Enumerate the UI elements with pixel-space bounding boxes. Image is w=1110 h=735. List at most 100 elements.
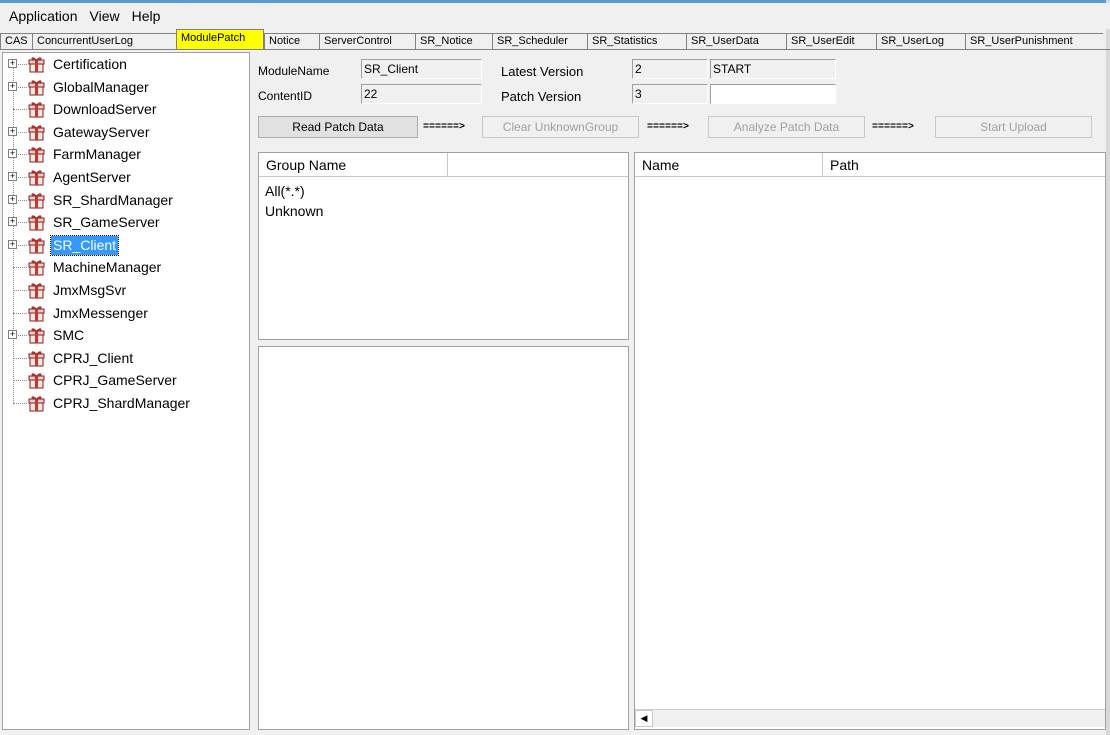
tab-sr-useredit[interactable]: SR_UserEdit: [786, 33, 876, 49]
tree-node[interactable]: JmxMessenger: [3, 303, 249, 325]
tab-label: SR_UserEdit: [791, 35, 855, 47]
expand-plus-icon[interactable]: +: [8, 149, 17, 159]
tree-node[interactable]: CPRJ_Client: [3, 348, 249, 370]
gift-box-icon: [28, 215, 45, 231]
tree-node-label: SR_GameServer: [53, 214, 160, 231]
tree-node[interactable]: + GlobalManager: [3, 77, 249, 99]
column-group-name[interactable]: Group Name: [259, 153, 448, 177]
tree-node[interactable]: + GatewayServer: [3, 122, 249, 144]
tab-notice[interactable]: Notice: [264, 33, 319, 49]
tree-node-label: GatewayServer: [53, 123, 150, 140]
tab-sr-scheduler[interactable]: SR_Scheduler: [492, 33, 587, 49]
expand-plus-icon[interactable]: +: [8, 172, 17, 181]
read-patch-data-button[interactable]: Read Patch Data: [258, 116, 418, 138]
gift-box-icon: [28, 328, 45, 344]
horizontal-scrollbar[interactable]: ◀: [635, 709, 1105, 727]
clear-unknown-group-button[interactable]: Clear UnknownGroup: [482, 116, 639, 138]
tree-node[interactable]: CPRJ_ShardManager: [3, 393, 249, 415]
tree-node[interactable]: + SR_ShardManager: [3, 190, 249, 212]
module-tree[interactable]: + Certification + GlobalManager DownloadServ…: [2, 52, 250, 730]
expand-plus-icon[interactable]: +: [8, 81, 17, 91]
file-list-header: Name Path: [635, 153, 1105, 177]
gift-box-icon: [28, 283, 45, 299]
gift-box-icon: [28, 238, 45, 254]
content-id-label: ContentID: [258, 89, 313, 103]
start-upload-button[interactable]: Start Upload: [935, 116, 1092, 138]
tree-node-label: MachineManager: [53, 259, 162, 276]
tree-node-label: CPRJ_GameServer: [53, 372, 177, 389]
tab-sr-statistics[interactable]: SR_Statistics: [587, 33, 686, 49]
tree-node[interactable]: + AgentServer: [3, 167, 249, 189]
tab-label: Notice: [269, 35, 301, 47]
content-id-field: 22: [361, 84, 482, 104]
menu-application[interactable]: Application: [4, 6, 83, 26]
expand-plus-icon[interactable]: +: [8, 59, 17, 68]
module-name-field: SR_Client: [361, 59, 482, 79]
tree-connector: [13, 403, 27, 404]
column-name[interactable]: Name: [635, 153, 823, 177]
gift-box-icon: [28, 396, 45, 412]
tab-modulepatch[interactable]: ModulePatch: [176, 29, 264, 49]
gift-box-icon: [28, 260, 45, 276]
tab-sr-userlog[interactable]: SR_UserLog: [876, 33, 965, 49]
module-name-label: ModuleName: [258, 64, 330, 78]
tree-connector: [13, 267, 27, 269]
list-item[interactable]: Unknown: [265, 203, 323, 219]
tree-node[interactable]: + Certification: [3, 54, 249, 76]
expand-plus-icon[interactable]: +: [8, 330, 17, 340]
group-list[interactable]: Group Name All(*.*) Unknown: [258, 152, 629, 340]
tree-node[interactable]: CPRJ_GameServer: [3, 370, 249, 392]
patch-version-field: 3: [632, 84, 708, 104]
menu-help[interactable]: Help: [127, 6, 166, 26]
tree-node-label: AgentServer: [53, 169, 131, 185]
status-input[interactable]: [710, 84, 836, 104]
analyze-patch-data-button[interactable]: Analyze Patch Data: [708, 116, 865, 138]
file-list[interactable]: Name Path ◀: [634, 152, 1106, 730]
expand-plus-icon[interactable]: +: [8, 239, 17, 249]
tree-node-label: FarmManager: [53, 146, 141, 163]
expand-plus-icon[interactable]: +: [8, 194, 17, 204]
scroll-left-arrow-icon[interactable]: ◀: [635, 710, 653, 727]
tree-node-label: JmxMsgSvr: [53, 282, 127, 298]
gift-box-icon: [28, 57, 45, 73]
tab-label: SR_UserPunishment: [970, 35, 1073, 47]
tab-label: SR_UserData: [691, 35, 759, 47]
tree-node[interactable]: + SR_GameServer: [3, 212, 249, 234]
tree-node-label: Certification: [53, 56, 127, 72]
tree-connector: [13, 109, 27, 111]
tab-label: SR_Notice: [420, 35, 473, 47]
tree-node[interactable]: + SR_Client: [3, 234, 249, 257]
group-detail-list[interactable]: [258, 346, 629, 730]
arrow-step-3: ======>: [872, 122, 915, 133]
tree-node[interactable]: MachineManager: [3, 257, 249, 279]
tab-concurrentuserlog[interactable]: ConcurrentUserLog: [32, 33, 176, 49]
column-blank[interactable]: [448, 153, 630, 177]
group-list-header: Group Name: [259, 153, 628, 177]
tab-cas[interactable]: CAS: [0, 33, 32, 49]
gift-box-icon: [28, 125, 45, 141]
tab-sr-userdata[interactable]: SR_UserData: [686, 33, 786, 49]
tree-node-label: SR_ShardManager: [53, 191, 173, 208]
tree-connector: [13, 380, 27, 382]
status-field: START: [710, 59, 836, 79]
tree-node[interactable]: + SMC: [3, 325, 249, 347]
tree-node[interactable]: JmxMsgSvr: [3, 280, 249, 302]
tree-connector: [13, 357, 27, 359]
tree-node[interactable]: DownloadServer: [3, 99, 249, 121]
tree-connector: [13, 312, 27, 314]
tree-node-label: DownloadServer: [53, 101, 157, 118]
expand-plus-icon[interactable]: +: [8, 217, 17, 227]
tab-sr-userpunishment[interactable]: SR_UserPunishment: [965, 33, 1103, 49]
tree-node-label: SMC: [53, 327, 85, 344]
gift-box-icon: [28, 306, 45, 322]
tree-connector: [13, 290, 27, 291]
expand-plus-icon[interactable]: +: [8, 126, 17, 136]
menu-view[interactable]: View: [85, 6, 125, 26]
column-path[interactable]: Path: [823, 153, 1107, 177]
list-item[interactable]: All(*.*): [265, 183, 305, 199]
gift-box-icon: [28, 170, 45, 186]
gift-box-icon: [28, 147, 45, 163]
tab-servercontrol[interactable]: ServerControl: [319, 33, 415, 49]
tree-node[interactable]: + FarmManager: [3, 144, 249, 166]
tab-sr-notice[interactable]: SR_Notice: [415, 33, 492, 49]
